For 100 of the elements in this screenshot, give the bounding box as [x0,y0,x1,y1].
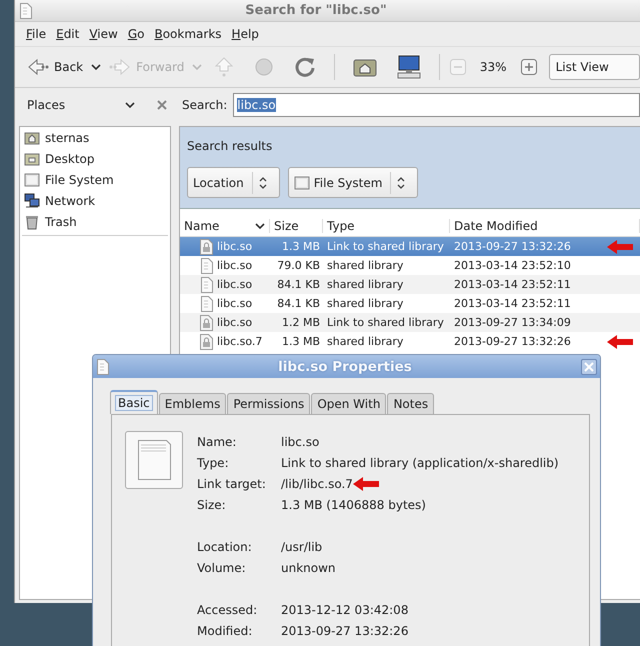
caret-icon[interactable] [125,101,135,109]
back-button[interactable]: Back [23,55,88,79]
trash-icon [24,214,40,230]
window-title: Search for "libc.so" [244,3,388,18]
menu-item[interactable]: Edit [55,27,86,41]
locked-file-icon [200,334,213,350]
file-size: 1.3 MB [280,335,321,348]
date-modified: 2013-09-27 13:32:26 [454,240,571,253]
close-icon [584,362,594,372]
sidebar-item[interactable]: Trash [22,211,168,232]
dialog-title: libc.so Properties [277,358,413,374]
table-row[interactable]: libc.so 84.1 KB shared library 2013-03-14 23:52:11 [180,275,640,294]
table-row[interactable]: libc.so 79.0 KB shared library 2013-03-14 23:52:10 [180,256,640,275]
spin-arrows-icon [258,176,267,188]
date-modified: 2013-03-14 23:52:11 [454,297,571,310]
document-icon [200,276,213,292]
forward-arrow-icon [109,58,132,76]
field-value: unknown [281,560,336,574]
column-header[interactable]: Type [323,219,450,233]
view-dropdown[interactable]: List View [548,54,640,80]
file-size: 79.0 KB [276,259,321,272]
spin-arrows-icon [397,176,406,188]
document-icon [200,296,213,312]
menu-item[interactable]: View [88,27,125,41]
icon-frame[interactable] [125,431,183,489]
tab[interactable]: Emblems [158,393,226,414]
reload-icon[interactable] [294,56,316,78]
file-type: Link to shared library [326,316,445,329]
field-value: libc.so [281,434,320,448]
search-field[interactable]: libc.so [233,93,640,117]
sidebar-item[interactable]: File System [22,169,168,190]
locked-file-icon [200,238,213,254]
date-modified: 2013-09-27 13:32:26 [454,335,571,348]
sidebar-item[interactable]: sternas [22,127,168,148]
file-name: libc.so [217,278,252,291]
file-name: libc.so [217,297,252,310]
document-icon [137,440,171,480]
menu-item[interactable]: Go [126,27,152,41]
file-size: 84.1 KB [276,297,321,310]
file-type: Link to shared library [326,240,445,253]
table-row[interactable]: libc.so 84.1 KB shared library 2013-03-14 23:52:11 [180,294,640,313]
field-label: Modified: [197,624,254,638]
field-value: Link to shared library (application/x-sharedlib) [281,456,559,470]
file-type: shared library [326,297,404,310]
field-label: Size: [197,498,227,512]
locked-file-icon [200,314,213,330]
file-size: 84.1 KB [276,278,321,291]
sidebar-item[interactable]: Network [22,190,168,211]
file-size: 1.3 MB [280,240,321,253]
tab[interactable]: Notes [387,393,434,414]
file-name: libc.so.7 [217,335,262,348]
drive-icon [294,174,310,190]
field-label: Accessed: [197,602,258,616]
column-header[interactable]: Date Modified [450,219,640,233]
date-modified: 2013-03-14 23:52:10 [454,259,571,272]
column-header[interactable]: Size [270,219,323,233]
network-icon [24,192,40,208]
field-label: Type: [197,456,230,470]
caret-icon[interactable] [91,63,102,71]
file-name: libc.so [217,240,252,253]
tab[interactable]: Permissions [227,393,310,414]
filter-dropdown[interactable]: Location [187,167,280,198]
file-size: 1.2 MB [280,316,321,329]
tab[interactable]: Basic [110,390,158,414]
table-row[interactable]: libc.so 1.2 MB Link to shared library 2013-09-27 13:34:09 [180,313,640,332]
document-icon [200,258,213,274]
zoom-in-icon[interactable] [520,59,537,75]
field-value: /usr/lib [281,540,322,554]
date-modified: 2013-03-14 23:52:11 [454,278,571,291]
field-value: 1.3 MB (1406888 bytes) [281,498,426,512]
file-name: libc.so [217,316,252,329]
field-label: Volume: [197,560,247,574]
document-icon [19,2,32,18]
column-header[interactable]: Name [180,219,270,233]
field-value: 2013-12-12 03:42:08 [281,602,408,616]
tab[interactable]: Open With [311,393,386,414]
field-value: /lib/libc.so.7 [281,476,353,490]
section-title: Search results [187,139,274,153]
sidebar-title[interactable]: Places [27,98,103,112]
sort-caret-icon [255,222,265,230]
table-row[interactable]: libc.so.7 1.3 MB shared library 2013-09-27 13:32:26 [180,332,640,351]
close-icon[interactable] [157,100,167,110]
menu-item[interactable]: File [25,27,54,41]
file-type: shared library [326,259,404,272]
computer-icon[interactable] [397,55,422,79]
sidebar-item[interactable]: Desktop [22,148,168,169]
drive-icon [24,172,40,188]
home-folder-icon [24,130,40,146]
field-label: Link target: [197,476,267,490]
file-type: shared library [326,278,404,291]
filter-dropdown[interactable]: File System [288,167,418,198]
file-type: shared library [326,335,404,348]
field-value: 2013-09-27 13:32:26 [281,624,408,638]
file-name: libc.so [217,259,252,272]
date-modified: 2013-09-27 13:34:09 [454,316,571,329]
menu-item[interactable]: Bookmarks [153,27,229,41]
close-button[interactable] [581,358,597,374]
field-label: Location: [197,540,253,554]
field-label: Name: [197,434,238,448]
menu-item[interactable]: Help [230,27,266,41]
